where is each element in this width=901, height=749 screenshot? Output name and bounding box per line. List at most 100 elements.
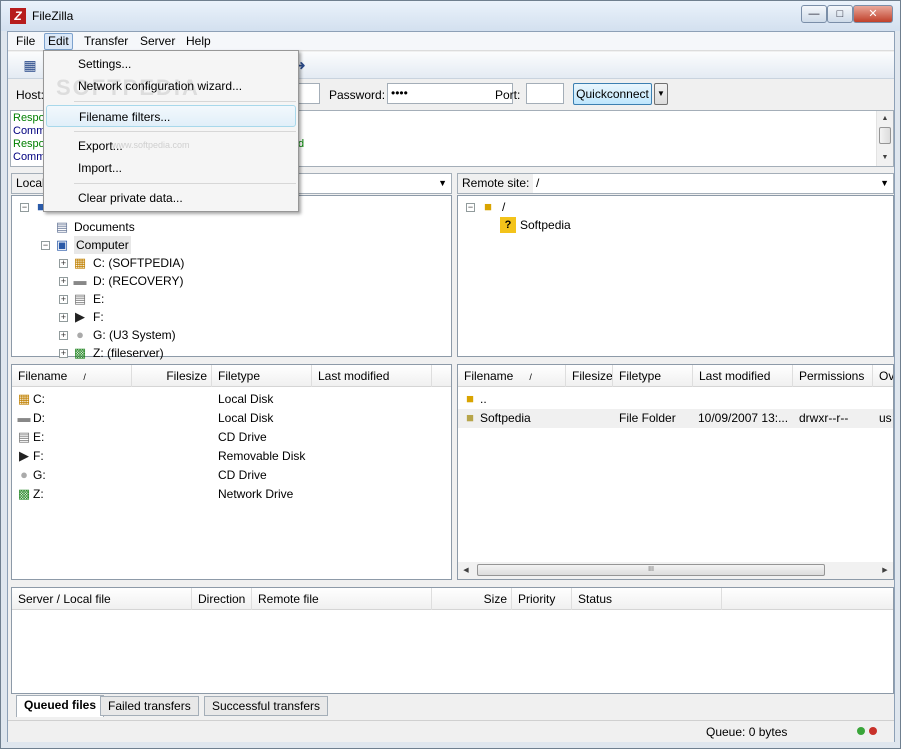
col-last-modified[interactable]: Last modified bbox=[312, 365, 432, 387]
col-direction[interactable]: Direction bbox=[192, 588, 252, 610]
scroll-right-icon[interactable]: ▶ bbox=[877, 563, 893, 578]
col-permissions[interactable]: Permissions bbox=[793, 365, 873, 387]
site-manager-icon[interactable]: ▦ bbox=[21, 56, 39, 74]
menu-item-network-wizard[interactable]: Network configuration wizard... bbox=[46, 75, 296, 97]
menu-separator bbox=[74, 131, 296, 132]
table-row[interactable]: ▩ Z: Network Drive bbox=[12, 485, 451, 504]
minimize-button[interactable]: — bbox=[801, 5, 827, 23]
chevron-down-icon[interactable]: ▼ bbox=[880, 174, 889, 193]
collapse-icon[interactable]: − bbox=[20, 203, 29, 212]
menu-item-export[interactable]: Export... bbox=[46, 135, 296, 157]
quickconnect-button[interactable]: Quickconnect bbox=[573, 83, 652, 105]
expand-icon[interactable]: + bbox=[59, 259, 68, 268]
hard-drive-icon: ▬ bbox=[73, 273, 87, 288]
expand-icon[interactable]: + bbox=[59, 277, 68, 286]
collapse-icon[interactable]: − bbox=[41, 241, 50, 250]
tree-item-drive-e[interactable]: E: bbox=[93, 290, 104, 308]
remote-site-bar[interactable]: Remote site: / ▼ bbox=[457, 173, 894, 194]
table-row[interactable]: ▬ D: Local Disk bbox=[12, 409, 451, 428]
queue-tabs: Queued files Failed transfers Successful… bbox=[10, 695, 894, 717]
log-line: Comm bbox=[13, 125, 46, 137]
table-row[interactable]: ■ .. bbox=[458, 390, 893, 409]
menu-transfer[interactable]: Transfer bbox=[81, 33, 131, 50]
close-button[interactable]: ✕ bbox=[853, 5, 893, 23]
local-file-list[interactable]: Filename / Filesize Filetype Last modifie… bbox=[11, 364, 452, 580]
col-filesize[interactable]: Filesize bbox=[566, 365, 613, 387]
maximize-button[interactable]: □ bbox=[827, 5, 853, 23]
tree-item-drive-c[interactable]: C: (SOFTPEDIA) bbox=[93, 254, 184, 272]
scroll-thumb[interactable] bbox=[879, 127, 891, 144]
expand-icon[interactable]: + bbox=[59, 313, 68, 322]
col-priority[interactable]: Priority bbox=[512, 588, 572, 610]
scroll-thumb[interactable]: III bbox=[477, 564, 825, 576]
chevron-down-icon[interactable]: ▼ bbox=[438, 174, 447, 193]
menu-file[interactable]: File bbox=[13, 33, 38, 50]
scroll-left-icon[interactable]: ◀ bbox=[458, 563, 474, 578]
tab-queued-files[interactable]: Queued files bbox=[16, 695, 105, 717]
remote-list-header: Filename / Filesize Filetype Last modifie… bbox=[458, 365, 893, 387]
col-owner[interactable]: Ov bbox=[873, 365, 893, 387]
scroll-down-icon[interactable]: ▼ bbox=[877, 150, 893, 165]
collapse-icon[interactable]: − bbox=[466, 203, 475, 212]
remote-list-hscrollbar[interactable]: ◀ III ▶ bbox=[458, 562, 893, 579]
tree-item-softpedia[interactable]: Softpedia bbox=[520, 216, 571, 234]
remote-tree-panel[interactable]: − ■ / ? Softpedia bbox=[457, 195, 894, 357]
col-filetype[interactable]: Filetype bbox=[613, 365, 693, 387]
title-bar[interactable]: Z FileZilla — □ ✕ bbox=[1, 1, 900, 31]
windows-drive-icon: ▦ bbox=[17, 391, 31, 406]
folder-icon: ■ bbox=[466, 410, 474, 425]
col-filename[interactable]: Filename / bbox=[12, 365, 132, 387]
tab-failed-transfers[interactable]: Failed transfers bbox=[100, 696, 199, 716]
scroll-up-icon[interactable]: ▲ bbox=[877, 111, 893, 126]
tree-item-root[interactable]: / bbox=[502, 198, 505, 216]
tree-item-drive-g[interactable]: G: (U3 System) bbox=[93, 326, 176, 344]
local-tree-panel[interactable]: − ■ ▤ Documents − ▣ Computer + ▦ C: (SOF… bbox=[11, 195, 452, 360]
window-title: FileZilla bbox=[32, 9, 74, 23]
tab-successful-transfers[interactable]: Successful transfers bbox=[204, 696, 329, 716]
menu-server[interactable]: Server bbox=[137, 33, 178, 50]
col-server-local-file[interactable]: Server / Local file bbox=[12, 588, 192, 610]
receive-indicator-icon bbox=[857, 727, 865, 735]
menu-separator bbox=[74, 101, 296, 102]
menu-help[interactable]: Help bbox=[183, 33, 214, 50]
log-line: Respo d bbox=[13, 138, 305, 150]
menu-edit[interactable]: Edit bbox=[44, 33, 73, 50]
menu-item-import[interactable]: Import... bbox=[46, 157, 296, 179]
tree-item-drive-z[interactable]: Z: (fileserver) bbox=[93, 344, 164, 362]
col-last-modified[interactable]: Last modified bbox=[693, 365, 793, 387]
menu-item-filename-filters[interactable]: Filename filters... bbox=[46, 105, 296, 127]
table-row[interactable]: ■ Softpedia File Folder 10/09/2007 13:..… bbox=[458, 409, 893, 428]
cd-drive-icon: ▤ bbox=[17, 429, 31, 444]
tree-item-drive-f[interactable]: F: bbox=[93, 308, 104, 326]
table-row[interactable]: ▦ C: Local Disk bbox=[12, 390, 451, 409]
local-list-header: Filename / Filesize Filetype Last modifie… bbox=[12, 365, 451, 387]
table-row[interactable]: ▤ E: CD Drive bbox=[12, 428, 451, 447]
expand-icon[interactable]: + bbox=[59, 295, 68, 304]
transfer-queue[interactable]: Server / Local file Direction Remote fil… bbox=[11, 587, 894, 694]
menu-item-settings[interactable]: Settings... bbox=[46, 53, 296, 75]
send-indicator-icon bbox=[869, 727, 877, 735]
quickconnect-dropdown-button[interactable]: ▼ bbox=[654, 83, 668, 105]
remote-site-path[interactable]: / bbox=[536, 174, 539, 193]
port-input[interactable] bbox=[526, 83, 564, 104]
documents-icon: ▤ bbox=[55, 219, 69, 234]
table-row[interactable]: ● G: CD Drive bbox=[12, 466, 451, 485]
col-filename[interactable]: Filename / bbox=[458, 365, 566, 387]
col-remote-file[interactable]: Remote file bbox=[252, 588, 432, 610]
remote-file-list[interactable]: Filename / Filesize Filetype Last modifie… bbox=[457, 364, 894, 580]
log-scrollbar[interactable]: ▲ ▼ bbox=[876, 111, 893, 166]
col-filetype[interactable]: Filetype bbox=[212, 365, 312, 387]
tree-item-drive-d[interactable]: D: (RECOVERY) bbox=[93, 272, 183, 290]
menu-bar: File Edit Transfer Server Help bbox=[8, 32, 894, 51]
col-size[interactable]: Size bbox=[432, 588, 512, 610]
table-row[interactable]: ▶ F: Removable Disk bbox=[12, 447, 451, 466]
menu-separator bbox=[74, 183, 296, 184]
tree-item-documents[interactable]: Documents bbox=[74, 218, 135, 236]
tree-item-computer[interactable]: Computer bbox=[74, 236, 131, 254]
expand-icon[interactable]: + bbox=[59, 349, 68, 358]
expand-icon[interactable]: + bbox=[59, 331, 68, 340]
host-label: Host: bbox=[16, 88, 45, 102]
col-status[interactable]: Status bbox=[572, 588, 722, 610]
menu-item-clear-private-data[interactable]: Clear private data... bbox=[46, 187, 296, 209]
col-filesize[interactable]: Filesize bbox=[132, 365, 212, 387]
